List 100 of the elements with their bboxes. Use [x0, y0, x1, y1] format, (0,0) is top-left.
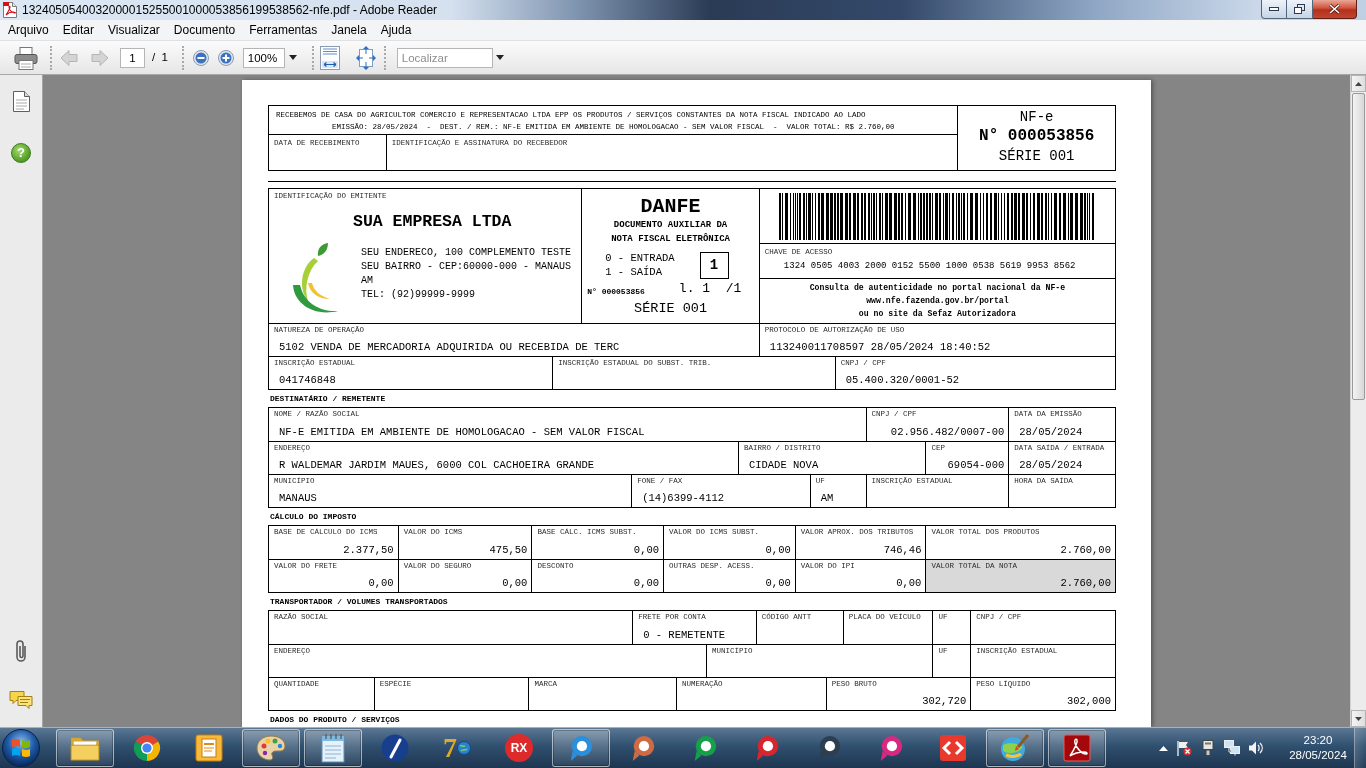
- paperclip-icon[interactable]: [15, 639, 27, 663]
- menu-item[interactable]: Arquivo: [1, 21, 56, 39]
- invoice-series: SÉRIE 001: [634, 301, 707, 317]
- field-value: 0,00: [502, 577, 528, 590]
- field-value: 0 - REMETENTE: [643, 629, 726, 642]
- arrows-tile-icon[interactable]: [939, 734, 967, 762]
- menu-item[interactable]: Documento: [166, 21, 243, 39]
- vertical-scrollbar[interactable]: [1350, 75, 1366, 727]
- menu-item[interactable]: Ferramentas: [242, 21, 325, 39]
- document-tile-icon[interactable]: [195, 734, 223, 762]
- menu-item[interactable]: Janela: [324, 21, 374, 39]
- scroll-down-button[interactable]: [1351, 710, 1366, 727]
- nfe-title: NF-e: [1019, 108, 1054, 126]
- field-value: 302,000: [1066, 695, 1111, 708]
- ring-logo-icon[interactable]: [692, 734, 718, 762]
- palette-icon[interactable]: [256, 734, 286, 762]
- invoice-number: N° 000053856: [979, 126, 1095, 147]
- menu-item[interactable]: Editar: [55, 21, 102, 39]
- menu-item[interactable]: Visualizar: [101, 21, 167, 39]
- notepad-icon[interactable]: [320, 733, 346, 763]
- ring-logo-icon[interactable]: [816, 734, 842, 762]
- field-value: 0,00: [633, 544, 660, 557]
- consult-note: Consulta de autenticidade no portal nacional da NF-e www.nfe.fazenda.gov.br/portal ou no site da Sefaz Autorizadora: [809, 282, 1066, 320]
- page-count: / 1: [152, 49, 168, 65]
- clock-time[interactable]: 23:20: [1303, 733, 1333, 748]
- print-icon[interactable]: [14, 45, 38, 70]
- ring-logo-icon[interactable]: [568, 734, 594, 762]
- restore-button[interactable]: [1287, 0, 1313, 19]
- network-icon[interactable]: [1224, 740, 1240, 756]
- flag-icon[interactable]: [1176, 740, 1192, 756]
- pdf-file-icon: [3, 2, 17, 18]
- tricolor-ring-icon[interactable]: [133, 734, 161, 762]
- menu-item[interactable]: Ajuda: [373, 21, 419, 39]
- ring-logo-icon[interactable]: [878, 734, 904, 762]
- device-icon[interactable]: [1200, 740, 1216, 756]
- field-value: (14)6399-4112: [642, 492, 725, 505]
- field-value: 5102 VENDA DE MERCADORIA ADQUIRIDA OU RECEBIDA DE TERC: [279, 341, 620, 354]
- field-value: 2.377,50: [343, 544, 394, 557]
- field-value: 0,00: [765, 544, 791, 557]
- taskbar-button[interactable]: RX: [490, 729, 548, 767]
- caret-up-icon[interactable]: [1159, 745, 1168, 751]
- invoice-series: SÉRIE 001: [998, 147, 1075, 166]
- zoom-in-icon[interactable]: [217, 49, 234, 66]
- find-field[interactable]: Localizar: [396, 47, 493, 68]
- field-value: 0,00: [633, 577, 660, 590]
- page-field[interactable]: 1: [120, 47, 145, 68]
- caret-icon[interactable]: [495, 55, 504, 60]
- taskbar-button[interactable]: [56, 729, 114, 767]
- field-value: AM: [820, 492, 834, 505]
- ring-logo-icon[interactable]: [754, 734, 780, 762]
- page-icon[interactable]: [12, 91, 30, 112]
- taskbar-button[interactable]: [242, 729, 300, 767]
- folder-icon[interactable]: [70, 735, 100, 761]
- field-value: 28/05/2024: [1019, 426, 1083, 439]
- field-value: 05.400.320/0001-52: [845, 374, 960, 387]
- taskbar-button[interactable]: [552, 729, 610, 767]
- company-address: SEU ENDERECO, 100 COMPLEMENTO TESTE SEU BAIRRO - CEP:60000-000 - MANAUS AM TEL: (92)99999-9999: [361, 246, 572, 302]
- field-value: 28/05/2024: [1019, 459, 1083, 472]
- fit-page-icon[interactable]: [319, 45, 340, 70]
- operation-type: 1: [699, 251, 729, 279]
- globe-icon[interactable]: [457, 741, 471, 755]
- field-value: MANAUS: [279, 492, 317, 505]
- comment-icon[interactable]: [9, 690, 33, 710]
- caret-up-icon[interactable]: [1355, 81, 1362, 86]
- field-value: 475,50: [489, 544, 528, 557]
- brush-globe-icon[interactable]: [1000, 733, 1030, 763]
- speaker-icon[interactable]: [1248, 740, 1264, 756]
- scrollbar-thumb[interactable]: [1352, 93, 1365, 400]
- taskbar-button[interactable]: [304, 729, 362, 767]
- show-desktop-button[interactable]: [1354, 728, 1366, 768]
- restore-icon[interactable]: [1294, 4, 1305, 14]
- taskbar-button[interactable]: [1048, 729, 1106, 767]
- minimize-button[interactable]: [1261, 0, 1287, 19]
- field-value: 2.760,00: [1060, 577, 1111, 590]
- leaf-logo-icon: [292, 243, 338, 315]
- slash-circle-icon[interactable]: [381, 734, 409, 762]
- section-title: DESTINATÁRIO / REMETENTE: [270, 394, 386, 403]
- clock-date[interactable]: 28/05/2024: [1289, 748, 1347, 763]
- minimize-icon[interactable]: [1269, 7, 1279, 11]
- scroll-up-button[interactable]: [1351, 75, 1366, 92]
- caret-down-icon[interactable]: [1355, 716, 1362, 721]
- close-icon[interactable]: [1329, 4, 1340, 14]
- section-title: TRANSPORTADOR / VOLUMES TRANSPORTADOS: [270, 597, 448, 606]
- zoom-out-icon[interactable]: [192, 49, 209, 66]
- danfe-subtitle: DOCUMENTO AUXILIAR DA NOTA FISCAL ELETRÔNICA: [611, 219, 730, 246]
- pdf-tile-icon[interactable]: [1063, 734, 1091, 762]
- invoice-number: N° 000053856: [587, 287, 645, 297]
- field-value: 0,00: [368, 577, 394, 590]
- zoom-field[interactable]: 100%: [242, 47, 285, 68]
- close-button[interactable]: [1313, 0, 1357, 19]
- caret-icon[interactable]: [288, 55, 297, 60]
- window-title: 1324050540032000015255001000053856199538562-nfe.pdf - Adobe Reader: [22, 3, 438, 17]
- field-value: 041746848: [279, 374, 336, 387]
- operation-option: 1 - SAÍDA: [605, 265, 675, 279]
- operation-option: 0 - ENTRADA: [605, 251, 675, 265]
- field-value: 113240011708597 28/05/2024 18:40:52: [769, 341, 991, 354]
- start-orb-icon[interactable]: [2, 729, 40, 767]
- ring-logo-icon[interactable]: [630, 734, 656, 762]
- taskbar-button[interactable]: [986, 729, 1044, 767]
- field-value: 69054-000: [947, 459, 1005, 472]
